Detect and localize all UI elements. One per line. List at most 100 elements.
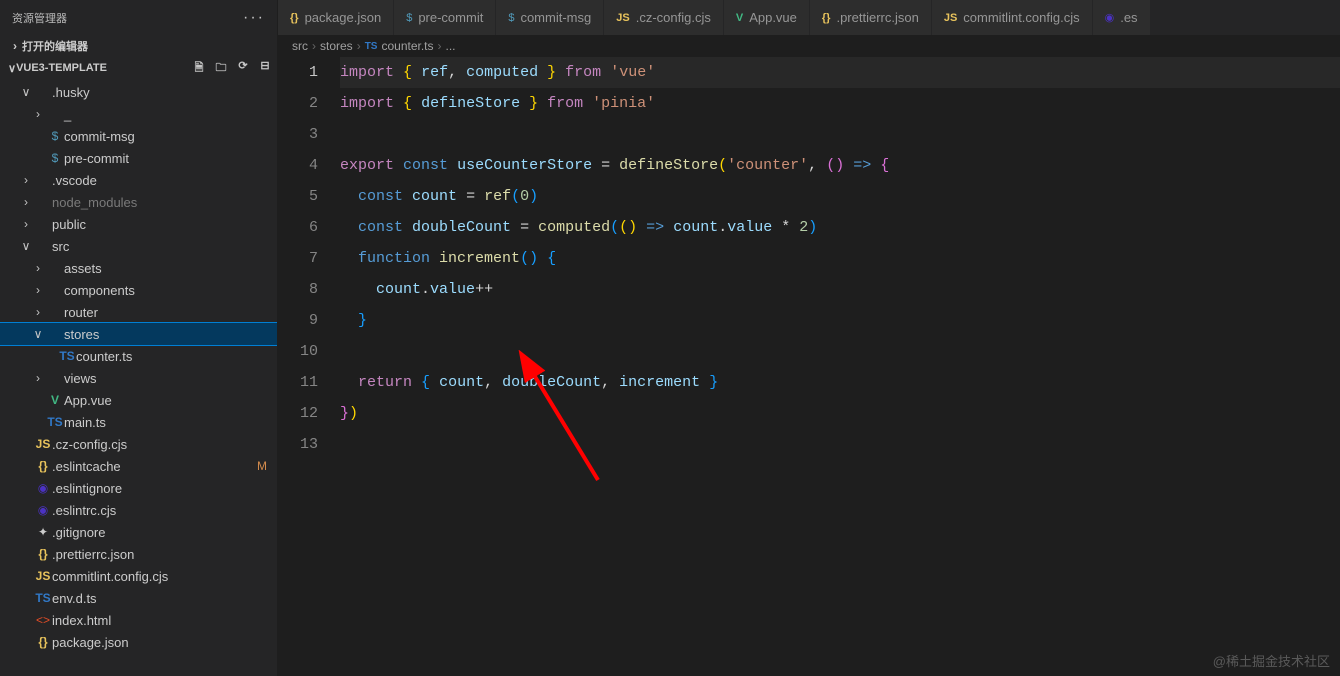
tree-item--[interactable]: ›_ — [0, 103, 277, 125]
file-icon: JS — [616, 12, 629, 24]
tree-item--vscode[interactable]: ›.vscode — [0, 169, 277, 191]
tab-package-json[interactable]: {}package.json — [278, 0, 394, 35]
file-icon: JS — [34, 437, 52, 451]
file-icon: {} — [34, 547, 52, 561]
code-line[interactable]: const count = ref(0) — [340, 181, 1340, 212]
new-file-icon[interactable]: 🗎 — [191, 59, 207, 78]
tree-item-commit-msg[interactable]: $commit-msg — [0, 125, 277, 147]
more-icon[interactable]: ··· — [243, 9, 265, 27]
tab-label: .prettierrc.json — [836, 10, 918, 25]
breadcrumb-tail[interactable]: ... — [446, 39, 456, 53]
open-editors-label: 打开的编辑器 — [22, 38, 88, 54]
tree-item-commitlint-config-cjs[interactable]: JScommitlint.config.cjs — [0, 565, 277, 587]
code-line[interactable]: import { defineStore } from 'pinia' — [340, 88, 1340, 119]
tab-commit-msg[interactable]: $commit-msg — [496, 0, 604, 35]
tab--prettierrc-json[interactable]: {}.prettierrc.json — [810, 0, 932, 35]
tree-item--eslintcache[interactable]: {}.eslintcacheM — [0, 455, 277, 477]
code-editor[interactable]: 12345678910111213 import { ref, computed… — [278, 57, 1340, 676]
code-line[interactable] — [340, 336, 1340, 367]
tree-item-app-vue[interactable]: VApp.vue — [0, 389, 277, 411]
tree-item-assets[interactable]: › assets — [0, 257, 277, 279]
tree-item--husky[interactable]: ∨.husky — [0, 81, 277, 103]
project-title-row[interactable]: ∨ VUE3-TEMPLATE 🗎 🗀 ⟳ ⊟ — [0, 57, 277, 79]
code-line[interactable]: const doubleCount = computed(() => count… — [340, 212, 1340, 243]
tab-pre-commit[interactable]: $pre-commit — [394, 0, 496, 35]
code-line[interactable]: return { count, doubleCount, increment } — [340, 367, 1340, 398]
breadcrumb[interactable]: src › stores › TS counter.ts › ... — [278, 35, 1340, 57]
tree-item-label: src — [52, 239, 69, 254]
tab--cz-config-cjs[interactable]: JS.cz-config.cjs — [604, 0, 724, 35]
chevron-icon: › — [30, 371, 46, 385]
line-number: 3 — [278, 119, 318, 150]
code-line[interactable]: }) — [340, 398, 1340, 429]
tree-item-index-html[interactable]: <>index.html — [0, 609, 277, 631]
open-editors-section[interactable]: › 打开的编辑器 — [0, 35, 277, 57]
tree-item-stores[interactable]: ∨stores — [0, 323, 277, 345]
code-line[interactable] — [340, 119, 1340, 150]
new-folder-icon[interactable]: 🗀 — [213, 59, 229, 78]
refresh-icon[interactable]: ⟳ — [235, 59, 251, 78]
file-icon: TS — [58, 349, 76, 363]
breadcrumb-part[interactable]: src — [292, 39, 308, 53]
tree-item-src[interactable]: ∨src — [0, 235, 277, 257]
file-icon: $ — [508, 12, 514, 24]
tree-item--eslintignore[interactable]: ◉.eslintignore — [0, 477, 277, 499]
tree-item-label: .eslintignore — [52, 481, 122, 496]
tree-item-label: assets — [64, 261, 102, 276]
editor-tabs[interactable]: {}package.json$pre-commit$commit-msgJS.c… — [278, 0, 1340, 35]
code-line[interactable]: count.value++ — [340, 274, 1340, 305]
line-gutter: 12345678910111213 — [278, 57, 336, 676]
tree-item-router[interactable]: ›router — [0, 301, 277, 323]
tree-item--prettierrc-json[interactable]: {}.prettierrc.json — [0, 543, 277, 565]
file-icon: <> — [34, 613, 52, 627]
code-content[interactable]: import { ref, computed } from 'vue'impor… — [336, 57, 1340, 676]
breadcrumb-part[interactable]: stores — [320, 39, 353, 53]
collapse-icon[interactable]: ⊟ — [257, 59, 273, 78]
file-icon: ◉ — [34, 503, 52, 517]
tree-item-label: components — [64, 283, 135, 298]
code-line[interactable]: } — [340, 305, 1340, 336]
editor-area: {}package.json$pre-commit$commit-msgJS.c… — [278, 0, 1340, 676]
file-icon: ◉ — [1105, 11, 1115, 24]
tab-label: pre-commit — [418, 10, 483, 25]
tree-item-label: public — [52, 217, 86, 232]
line-number: 5 — [278, 181, 318, 212]
tree-item-node-modules[interactable]: ›node_modules — [0, 191, 277, 213]
tree-item-counter-ts[interactable]: TScounter.ts — [0, 345, 277, 367]
tab-commitlint-config-cjs[interactable]: JScommitlint.config.cjs — [932, 0, 1093, 35]
explorer-title: 资源管理器 — [12, 10, 67, 26]
chevron-icon: › — [18, 195, 34, 209]
tree-item--cz-config-cjs[interactable]: JS.cz-config.cjs — [0, 433, 277, 455]
tree-item--eslintrc-cjs[interactable]: ◉.eslintrc.cjs — [0, 499, 277, 521]
breadcrumb-file[interactable]: counter.ts — [381, 39, 433, 53]
line-number: 7 — [278, 243, 318, 274]
tree-item-env-d-ts[interactable]: TSenv.d.ts — [0, 587, 277, 609]
tree-item--gitignore[interactable]: ✦.gitignore — [0, 521, 277, 543]
tree-item-label: .gitignore — [52, 525, 105, 540]
chevron-icon: › — [30, 305, 46, 319]
code-line[interactable]: import { ref, computed } from 'vue' — [340, 57, 1340, 88]
tab-app-vue[interactable]: VApp.vue — [724, 0, 810, 35]
explorer-header: 资源管理器 ··· — [0, 0, 277, 35]
code-line[interactable]: export const useCounterStore = defineSto… — [340, 150, 1340, 181]
chevron-right-icon: › — [438, 39, 442, 53]
chevron-icon: › — [30, 261, 46, 275]
tree-item-label: pre-commit — [64, 151, 129, 166]
tree-item-components[interactable]: ›components — [0, 279, 277, 301]
file-tree[interactable]: ∨.husky›_$commit-msg$pre-commit›.vscode›… — [0, 79, 277, 676]
tree-item-main-ts[interactable]: TSmain.ts — [0, 411, 277, 433]
tree-item-label: package.json — [52, 635, 129, 650]
line-number: 9 — [278, 305, 318, 336]
tree-item-pre-commit[interactable]: $pre-commit — [0, 147, 277, 169]
modified-badge: M — [257, 459, 267, 473]
tree-item-public[interactable]: › public — [0, 213, 277, 235]
tree-item-package-json[interactable]: {}package.json — [0, 631, 277, 653]
code-line[interactable]: function increment() { — [340, 243, 1340, 274]
code-line[interactable] — [340, 429, 1340, 460]
tree-item-label: stores — [64, 327, 99, 342]
tree-item-label: _ — [64, 107, 71, 122]
chevron-icon: › — [18, 217, 34, 231]
line-number: 11 — [278, 367, 318, 398]
tab--es[interactable]: ◉.es — [1093, 0, 1151, 35]
tree-item-views[interactable]: ›views — [0, 367, 277, 389]
